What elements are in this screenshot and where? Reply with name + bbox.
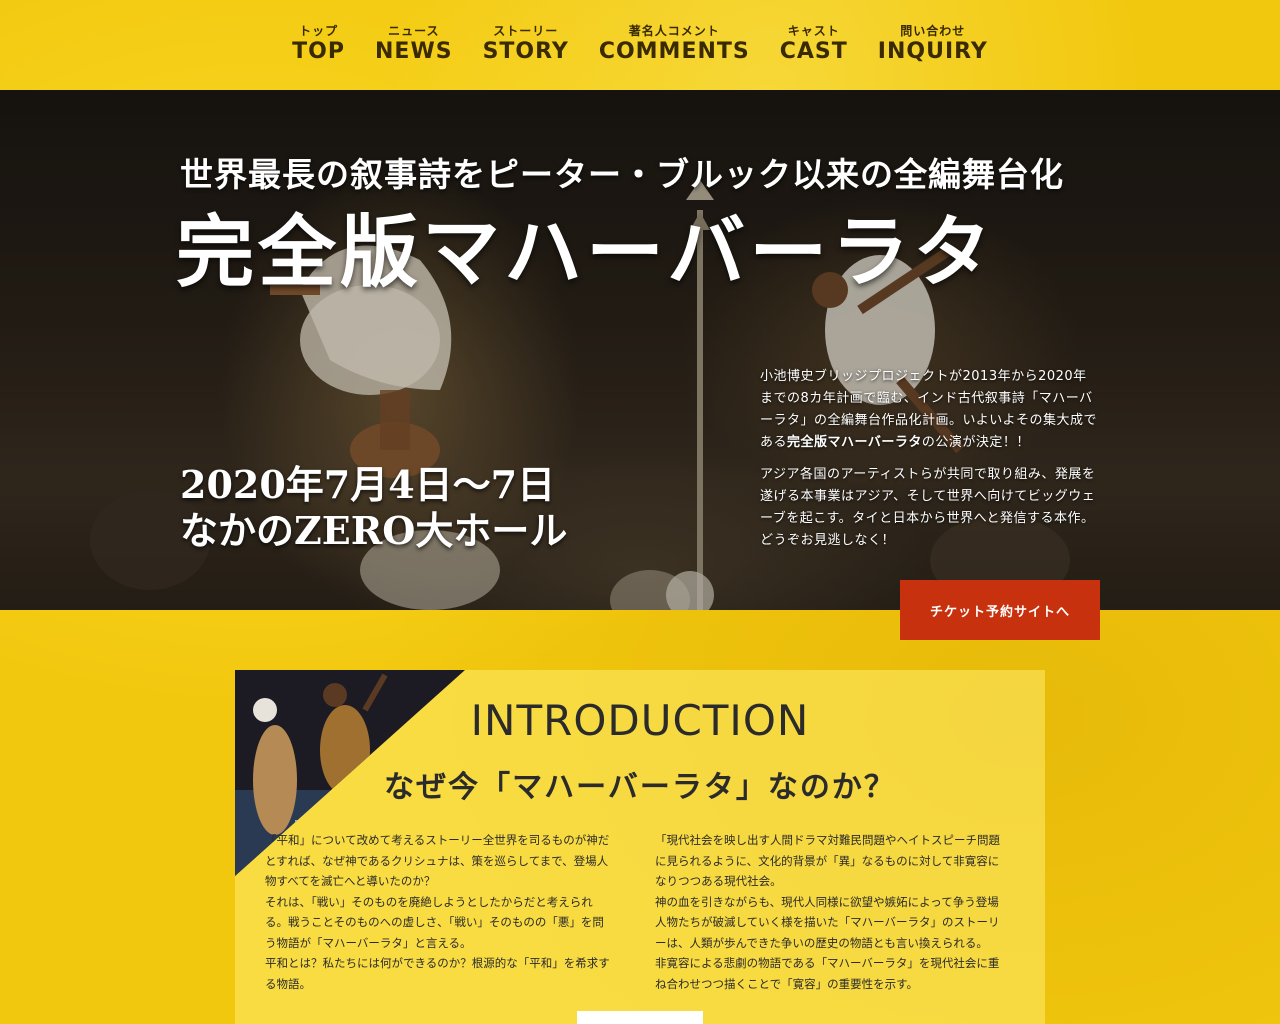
read-more-button[interactable]: [577, 1011, 703, 1024]
intro-right-paragraph: 非寛容による悲劇の物語である「マハーバーラタ」を現代社会に重ね合わせつつ描くこと…: [655, 956, 1000, 991]
nav-item-comments-ja: 著名人コメント: [628, 24, 720, 38]
hero-section: 世界最長の叙事詩をピーター・ブルック以来の全編舞台化 完全版マハーバーラタ 20…: [0, 90, 1280, 610]
intro-left-paragraph: 「平和」について改めて考えるストーリー全世界を司るものが神だとすれば、なぜ神であ…: [265, 833, 610, 888]
nav-item-story-en: STORY: [482, 39, 569, 64]
global-nav: トップ TOP ニュース NEWS ストーリー STORY 著名人コメント CO…: [0, 0, 1280, 90]
hero-desc1-bold: 完全版マハーバーラタ: [787, 435, 922, 450]
nav-item-comments-en: COMMENTS: [598, 39, 750, 64]
hero-date-venue: 2020年7月4日～7日 なかのZERO大ホール: [180, 462, 567, 554]
nav-item-cast[interactable]: キャスト CAST: [780, 24, 848, 66]
intro-right-paragraph: 神の血を引きながらも、現代人同様に欲望や嫉妬によって争う登場人物たちが破滅してい…: [655, 894, 1000, 950]
nav-item-top[interactable]: トップ TOP: [292, 24, 345, 66]
nav-item-news[interactable]: ニュース NEWS: [375, 24, 453, 66]
nav-item-news-ja: ニュース: [388, 24, 440, 38]
nav-list: トップ TOP ニュース NEWS ストーリー STORY 著名人コメント CO…: [0, 0, 1280, 66]
nav-item-news-en: NEWS: [375, 39, 453, 64]
ticket-reservation-button[interactable]: チケット予約サイトへ: [900, 580, 1100, 640]
intro-left-paragraph: それは、「戦い」そのものを廃絶しようとしたからだと考えられる。戦うことそのものへ…: [265, 894, 604, 950]
hero-kicker: 世界最長の叙事詩をピーター・ブルック以来の全編舞台化: [180, 155, 1064, 194]
nav-item-story-ja: ストーリー: [493, 24, 559, 38]
hero-desc-paragraph-2: アジア各国のアーティストらが共同で取り組み、発展を遂げる本事業はアジア、そして世…: [760, 467, 1096, 548]
hero-desc-paragraph-1: 小池博史ブリッジプロジェクトが2013年から2020年までの8カ年計画で臨む、イ…: [760, 366, 1100, 454]
nav-item-top-en: TOP: [292, 39, 346, 64]
intro-left-column: 「平和」について改めて考えるストーリー全世界を司るものが神だとすれば、なぜ神であ…: [265, 830, 615, 994]
nav-item-inquiry-en: INQUIRY: [877, 39, 988, 64]
nav-item-story[interactable]: ストーリー STORY: [483, 24, 569, 66]
hero-venue: なかのZERO大ホール: [180, 508, 568, 553]
intro-right-column: 「現代社会を映し出す人間ドラマ対難民問題やヘイトスピーチ問題に見られるように、文…: [655, 830, 1005, 994]
hero-desc1-post: の公演が決定！！: [921, 435, 1030, 450]
nav-item-cast-ja: キャスト: [787, 24, 840, 38]
introduction-section: INTRODUCTION なぜ今「マハーバーラタ」なのか？ 「平和」について改め…: [235, 670, 1045, 1024]
nav-item-comments[interactable]: 著名人コメント COMMENTS: [599, 24, 750, 66]
hero-description: 小池博史ブリッジプロジェクトが2013年から2020年までの8カ年計画で臨む、イ…: [760, 366, 1100, 562]
intro-heading: INTRODUCTION: [470, 696, 810, 745]
nav-item-inquiry-ja: 問い合わせ: [900, 24, 966, 38]
nav-item-cast-en: CAST: [779, 39, 848, 64]
intro-left-paragraph: 平和とは？私たちには何ができるのか？根源的な「平和」を希求する物語。: [265, 956, 610, 991]
nav-item-top-ja: トップ: [299, 24, 339, 38]
intro-subheading: なぜ今「マハーバーラタ」なのか？: [384, 770, 896, 805]
intro-right-paragraph: 「現代社会を映し出す人間ドラマ対難民問題やヘイトスピーチ問題に見られるように、文…: [655, 833, 1000, 888]
hero-date: 2020年7月4日～7日: [180, 462, 556, 507]
nav-item-inquiry[interactable]: 問い合わせ INQUIRY: [878, 24, 988, 66]
hero-title: 完全版マハーバーラタ: [176, 207, 996, 298]
